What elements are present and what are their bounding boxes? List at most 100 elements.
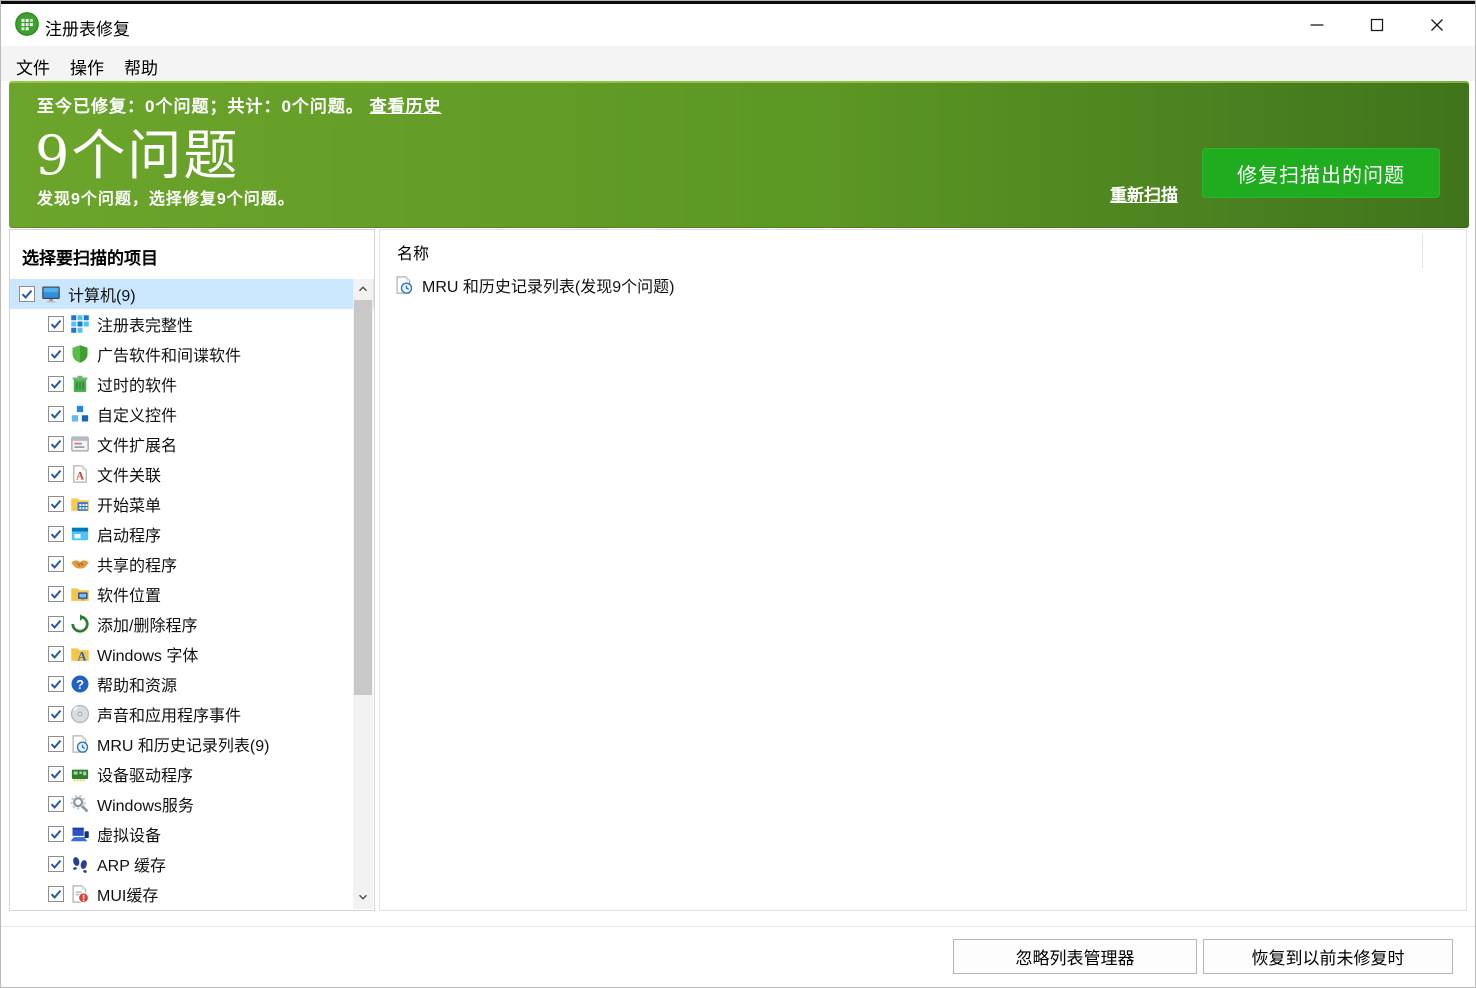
checkbox-windows-services[interactable] — [48, 796, 64, 812]
sidebar-item-arp-cache[interactable]: ARP 缓存 — [10, 849, 374, 879]
registry-repair-window: 注册表修复 文件操作帮助 至今已修复：0个问题；共计：0个问题。 查看历史 9个… — [0, 0, 1476, 988]
menu-bar: 文件操作帮助 — [1, 46, 1475, 81]
sidebar-item-label: 帮助和资源 — [97, 672, 177, 696]
sidebar-item-software-locations[interactable]: 软件位置 — [10, 579, 374, 609]
checkbox-registry-integrity[interactable] — [48, 316, 64, 332]
tree-scrollbar[interactable] — [353, 279, 373, 909]
folder-monitor-icon — [70, 584, 90, 604]
issues-headline: 9个问题 — [35, 111, 239, 190]
window-controls — [1287, 4, 1467, 46]
sidebar-item-label: Windows 字体 — [97, 642, 198, 666]
sidebar-item-label: 注册表完整性 — [97, 312, 193, 336]
sidebar-item-device-drivers[interactable]: 设备驱动程序 — [10, 759, 374, 789]
footer-divider — [1, 926, 1475, 927]
sidebar-item-shared-programs[interactable]: 共享的程序 — [10, 549, 374, 579]
checkbox-adware-spyware[interactable] — [48, 346, 64, 362]
titlebar: 注册表修复 — [1, 4, 1475, 46]
sidebar-item-label: 广告软件和间谍软件 — [97, 342, 241, 366]
checkbox-sound-events[interactable] — [48, 706, 64, 722]
sidebar-item-startup-programs[interactable]: 启动程序 — [10, 519, 374, 549]
checkbox-add-remove-programs[interactable] — [48, 616, 64, 632]
scrollbar-down-icon[interactable] — [353, 887, 373, 907]
checkbox-obsolete-software[interactable] — [48, 376, 64, 392]
scan-result-banner: 至今已修复：0个问题；共计：0个问题。 查看历史 9个问题 发现9个问题，选择修… — [9, 81, 1469, 228]
menu-item-action[interactable]: 操作 — [60, 52, 114, 81]
scrollbar-up-icon[interactable] — [353, 279, 373, 299]
sidebar-item-help-resources[interactable]: ?帮助和资源 — [10, 669, 374, 699]
sidebar-item-registry-integrity[interactable]: 注册表完整性 — [10, 309, 374, 339]
sidebar-item-label: 软件位置 — [97, 582, 161, 606]
sidebar-item-label: 开始菜单 — [97, 492, 161, 516]
sidebar-item-start-menu[interactable]: 开始菜单 — [10, 489, 374, 519]
sidebar-item-label: Windows服务 — [97, 792, 194, 816]
sidebar-item-label: 文件关联 — [97, 462, 161, 486]
recycle-arrows-icon — [70, 614, 90, 634]
sidebar-item-virtual-devices[interactable]: 虚拟设备 — [10, 819, 374, 849]
menu-item-help[interactable]: 帮助 — [114, 52, 168, 81]
sidebar-item-label: 共享的程序 — [97, 552, 177, 576]
checkbox-mui-cache[interactable] — [48, 886, 64, 902]
computer-icon — [41, 284, 61, 304]
sidebar-item-label: MRU 和历史记录列表(9) — [97, 732, 269, 756]
sidebar-item-mui-cache[interactable]: MUI缓存 — [10, 879, 374, 909]
sidebar-item-windows-fonts[interactable]: A Windows 字体 — [10, 639, 374, 669]
registry-grid-icon — [70, 314, 90, 334]
checkbox-help-resources[interactable] — [48, 676, 64, 692]
checkbox-device-drivers[interactable] — [48, 766, 64, 782]
view-history-link[interactable]: 查看历史 — [370, 97, 442, 116]
services-gear-icon — [70, 794, 90, 814]
menu-item-file[interactable]: 文件 — [6, 52, 60, 81]
results-panel: 名称 MRU 和历史记录列表(发现9个问题) — [379, 229, 1467, 911]
sidebar-item-label: 启动程序 — [97, 522, 161, 546]
restore-button[interactable]: 恢复到以前未修复时 — [1203, 939, 1453, 974]
window-title: 注册表修复 — [45, 15, 130, 40]
shield-icon — [70, 344, 90, 364]
checkbox-file-extensions[interactable] — [48, 436, 64, 452]
sidebar-item-sound-events[interactable]: 声音和应用程序事件 — [10, 699, 374, 729]
maximize-button[interactable] — [1347, 4, 1407, 46]
column-separator — [1422, 234, 1423, 268]
minimize-button[interactable] — [1287, 4, 1347, 46]
window-ext-icon — [70, 434, 90, 454]
startup-window-icon — [70, 524, 90, 544]
mru-clock-doc-icon — [394, 275, 414, 295]
checkbox-windows-fonts[interactable] — [48, 646, 64, 662]
fonts-folder-icon: A — [70, 644, 90, 664]
sidebar-item-adware-spyware[interactable]: 广告软件和间谍软件 — [10, 339, 374, 369]
sidebar-item-file-extensions[interactable]: 文件扩展名 — [10, 429, 374, 459]
result-item-mru-result[interactable]: MRU 和历史记录列表(发现9个问题) — [380, 270, 1466, 300]
sidebar-item-computer[interactable]: 计算机(9) — [10, 279, 374, 309]
checkbox-software-locations[interactable] — [48, 586, 64, 602]
sidebar-item-custom-controls[interactable]: 自定义控件 — [10, 399, 374, 429]
scan-items-tree: 计算机(9)注册表完整性广告软件和间谍软件过时的软件自定义控件文件扩展名A文件关… — [10, 279, 374, 909]
checkbox-mru-history[interactable] — [48, 736, 64, 752]
sidebar-header: 选择要扫描的项目 — [22, 244, 158, 269]
scrollbar-thumb[interactable] — [354, 300, 372, 695]
checkbox-startup-programs[interactable] — [48, 526, 64, 542]
fix-issues-button[interactable]: 修复扫描出的问题 — [1202, 148, 1440, 198]
checkbox-start-menu[interactable] — [48, 496, 64, 512]
sidebar-item-add-remove-programs[interactable]: 添加/删除程序 — [10, 609, 374, 639]
rescan-link[interactable]: 重新扫描 — [1110, 181, 1178, 206]
results-list: MRU 和历史记录列表(发现9个问题) — [380, 270, 1466, 300]
doc-alert-icon — [70, 884, 90, 904]
sidebar-item-label: 自定义控件 — [97, 402, 177, 426]
sidebar-item-file-associations[interactable]: A文件关联 — [10, 459, 374, 489]
sidebar-item-mru-history[interactable]: MRU 和历史记录列表(9) — [10, 729, 374, 759]
sidebar-item-label: 计算机(9) — [68, 282, 136, 306]
ignore-list-button[interactable]: 忽略列表管理器 — [953, 939, 1197, 974]
close-button[interactable] — [1407, 4, 1467, 46]
sidebar-item-label: 过时的软件 — [97, 372, 177, 396]
checkbox-computer[interactable] — [19, 286, 35, 302]
checkbox-virtual-devices[interactable] — [48, 826, 64, 842]
sidebar-item-windows-services[interactable]: Windows服务 — [10, 789, 374, 819]
checkbox-custom-controls[interactable] — [48, 406, 64, 422]
name-column-header[interactable]: 名称 — [397, 240, 429, 264]
checkbox-arp-cache[interactable] — [48, 856, 64, 872]
result-item-label: MRU 和历史记录列表(发现9个问题) — [422, 273, 674, 297]
sidebar-item-obsolete-software[interactable]: 过时的软件 — [10, 369, 374, 399]
checkbox-file-associations[interactable] — [48, 466, 64, 482]
start-menu-icon — [70, 494, 90, 514]
checkbox-shared-programs[interactable] — [48, 556, 64, 572]
sidebar-item-label: ARP 缓存 — [97, 852, 166, 876]
